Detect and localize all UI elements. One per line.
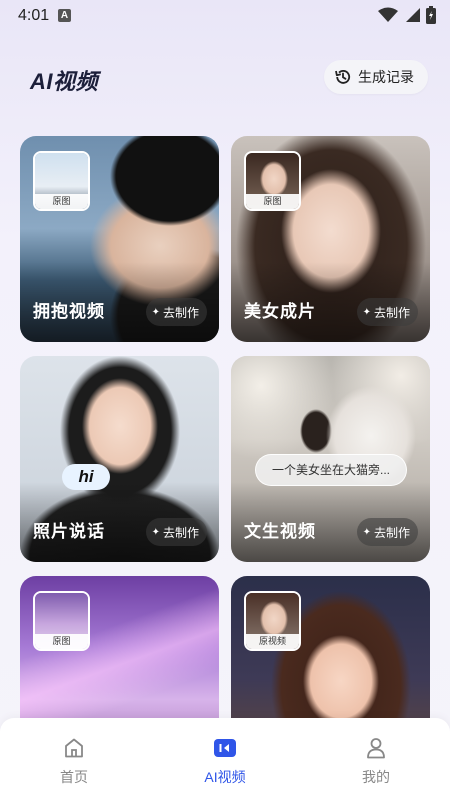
make-button[interactable]: ✦ 去制作 [145,518,207,546]
nav-label: AI视频 [204,769,246,785]
nav-item-home[interactable]: 首页 [29,736,119,787]
card-title: 照片说话 [33,522,105,541]
generation-history-button[interactable]: 生成记录 [324,60,428,94]
sparkle-icon: ✦ [151,526,160,538]
wifi-icon [378,7,398,22]
card-title: 美女成片 [244,302,316,321]
sparkle-icon: ✦ [151,306,160,318]
hi-bubble: hi [62,464,110,490]
make-button[interactable]: ✦ 去制作 [145,298,207,326]
thumb-label: 原视频 [246,634,299,649]
bottom-nav: 首页 AI视频 我的 [0,718,450,800]
text-to-video-card[interactable]: 一个美女坐在大猫旁... 文生视频 ✦ 去制作 [231,356,430,562]
beauty-photo-card[interactable]: 原图 美女成片 ✦ 去制作 [231,136,430,342]
prompt-bubble: 一个美女坐在大猫旁... [255,454,407,486]
hug-video-card[interactable]: 原图 拥抱视频 ✦ 去制作 [20,136,219,342]
history-icon [335,70,351,84]
original-image-thumb: 原图 [33,591,90,651]
make-button[interactable]: ✦ 去制作 [356,298,418,326]
nav-item-ai-video[interactable]: AI视频 [180,736,270,787]
notification-icon: A [58,9,71,22]
battery-icon [426,6,436,24]
nav-label: 首页 [60,769,88,785]
video-icon [214,739,236,757]
original-image-thumb: 原图 [244,151,301,211]
thumb-label: 原图 [35,634,88,649]
talking-photo-card[interactable]: hi 照片说话 ✦ 去制作 [20,356,219,562]
home-icon [65,738,83,758]
thumb-label: 原图 [35,194,88,209]
nav-item-mine[interactable]: 我的 [331,736,421,787]
card-title: 文生视频 [244,522,316,541]
original-video-thumb: 原视频 [244,591,301,651]
card-title: 拥抱视频 [33,302,105,321]
user-icon [367,738,385,759]
thumb-label: 原图 [246,194,299,209]
status-icons [378,6,436,24]
status-bar: 4:01 A [0,0,450,32]
page-title: AI视频 [30,69,99,94]
sparkle-icon: ✦ [362,306,371,318]
sparkle-icon: ✦ [362,526,371,538]
make-button[interactable]: ✦ 去制作 [356,518,418,546]
history-label: 生成记录 [358,69,414,85]
nav-label: 我的 [362,769,390,785]
signal-icon [406,8,420,22]
status-time: 4:01 [18,7,50,24]
original-image-thumb: 原图 [33,151,90,211]
